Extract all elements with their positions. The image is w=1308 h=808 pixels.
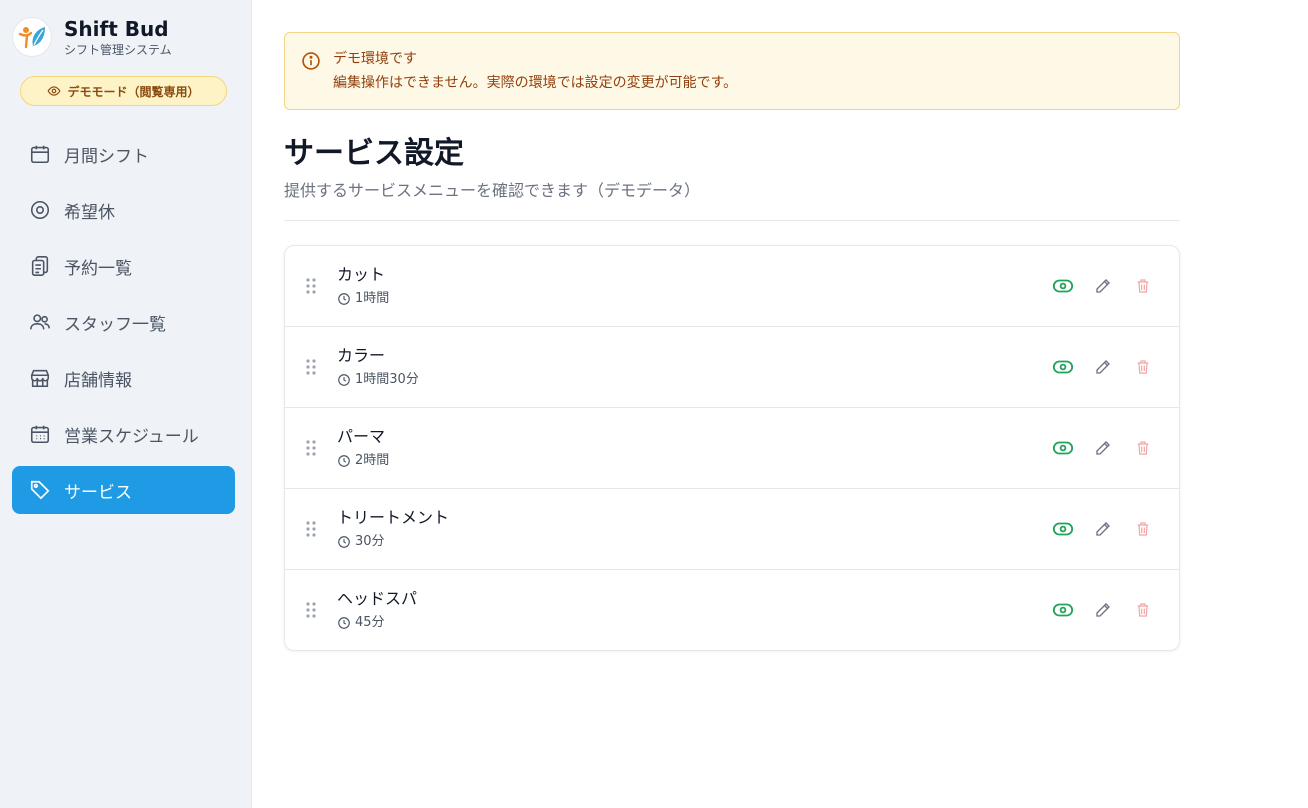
drag-handle-icon[interactable] [285,439,337,457]
info-icon [301,51,321,75]
sidebar-item-services[interactable]: サービス [12,466,235,514]
clock-icon [338,536,350,548]
clock-icon [338,617,350,629]
visibility-toggle-icon[interactable] [1047,513,1079,545]
service-duration: 1時間30分 [355,372,419,387]
service-duration: 2時間 [355,453,390,468]
edit-icon[interactable] [1087,270,1119,302]
alert-title: デモ環境です [333,51,417,67]
sidebar-item-store-info[interactable]: 店舗情報 [12,354,235,402]
store-icon [28,366,52,390]
brand-title: Shift Bud [64,17,169,41]
clock-icon [338,374,350,386]
list-item: カット 1時間 [285,246,1179,327]
service-name: パーマ [337,427,386,446]
service-name: カット [337,265,386,284]
clock-icon [338,293,350,305]
circle-target-icon [28,198,52,222]
drag-handle-icon[interactable] [285,277,337,295]
divider [284,220,1180,221]
sidebar-item-label: 営業スケジュール [64,426,199,447]
visibility-toggle-icon[interactable] [1047,270,1079,302]
tag-icon [28,478,52,502]
service-duration: 30分 [355,534,385,549]
list-item: トリートメント 30分 [285,489,1179,570]
clipboard-list-icon [28,254,52,278]
page-title: サービス設定 [284,136,464,171]
sidebar-item-requested-leave[interactable]: 希望休 [12,186,235,234]
drag-handle-icon[interactable] [285,358,337,376]
edit-icon[interactable] [1087,351,1119,383]
sidebar-item-label: 予約一覧 [64,258,132,279]
list-item: パーマ 2時間 [285,408,1179,489]
service-duration: 1時間 [355,291,390,306]
sidebar-item-monthly-shift[interactable]: 月間シフト [12,130,235,178]
clock-icon [338,455,350,467]
list-item: ヘッドスパ 45分 [285,570,1179,650]
sidebar-item-label: 月間シフト [64,146,149,167]
drag-handle-icon[interactable] [285,601,337,619]
sidebar-item-business-schedule[interactable]: 営業スケジュール [12,410,235,458]
trash-icon[interactable] [1127,594,1159,626]
sidebar-item-label: 希望休 [64,202,115,223]
trash-icon[interactable] [1127,513,1159,545]
edit-icon[interactable] [1087,513,1119,545]
sidebar-item-reservations[interactable]: 予約一覧 [12,242,235,290]
service-list: カット 1時間 カラー 1時間30分 パーマ 2時間 トリートメント 30分 ヘ… [284,245,1180,651]
trash-icon[interactable] [1127,432,1159,464]
list-item: カラー 1時間30分 [285,327,1179,408]
visibility-toggle-icon[interactable] [1047,432,1079,464]
service-name: カラー [337,346,386,365]
demo-alert: デモ環境です 編集操作はできません。実際の環境では設定の変更が可能です。 [284,32,1180,110]
visibility-toggle-icon[interactable] [1047,351,1079,383]
eye-icon [47,86,61,96]
sidebar-item-label: サービス [64,482,132,503]
trash-icon[interactable] [1127,351,1159,383]
calendar-grid-icon [28,422,52,446]
sidebar-item-staff[interactable]: スタッフ一覧 [12,298,235,346]
trash-icon[interactable] [1127,270,1159,302]
calendar-icon [28,142,52,166]
service-duration: 45分 [355,615,385,630]
sidebar: Shift Bud シフト管理システム デモモード（閲覧専用） 月間シフト 希望… [0,0,252,808]
sidebar-nav: 月間シフト 希望休 予約一覧 スタッフ一覧 店舗情報 営業スケジュール サービス [12,130,235,522]
brand[interactable]: Shift Bud シフト管理システム [12,16,172,58]
drag-handle-icon[interactable] [285,520,337,538]
service-name: トリートメント [337,508,450,527]
sidebar-item-label: スタッフ一覧 [64,314,166,335]
sidebar-item-label: 店舗情報 [64,370,132,391]
edit-icon[interactable] [1087,432,1119,464]
visibility-toggle-icon[interactable] [1047,594,1079,626]
main-content: デモ環境です 編集操作はできません。実際の環境では設定の変更が可能です。 サービ… [284,32,1180,651]
alert-text: 編集操作はできません。実際の環境では設定の変更が可能です。 [333,75,738,91]
page-subtitle: 提供するサービスメニューを確認できます（デモデータ） [284,181,701,200]
demo-mode-label: デモモード（閲覧専用） [67,84,200,99]
users-icon [28,310,52,334]
logo-icon [12,17,52,57]
service-name: ヘッドスパ [337,589,418,608]
demo-mode-badge: デモモード（閲覧専用） [20,76,227,106]
brand-subtitle: シフト管理システム [64,43,172,57]
edit-icon[interactable] [1087,594,1119,626]
